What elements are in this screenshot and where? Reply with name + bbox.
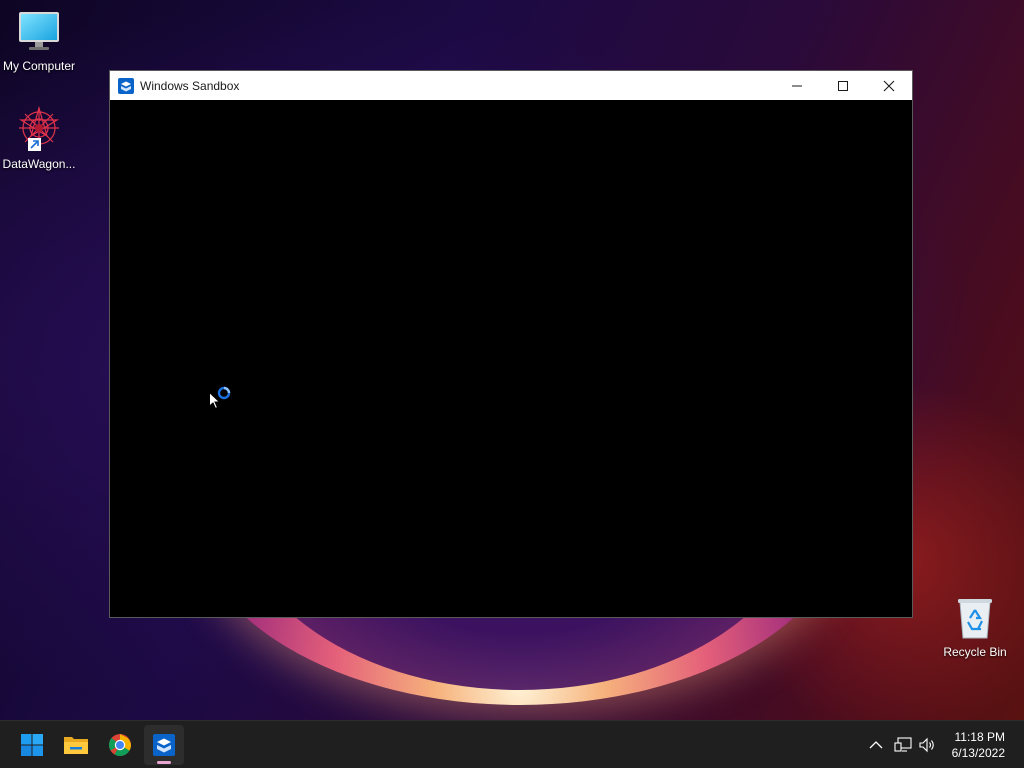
sandbox-icon bbox=[118, 77, 134, 94]
taskbar-start-button[interactable] bbox=[12, 725, 52, 765]
sandbox-window[interactable]: Windows Sandbox bbox=[109, 70, 913, 618]
taskbar-sandbox-button[interactable] bbox=[144, 725, 184, 765]
datawagon-shortcut-icon bbox=[18, 105, 60, 151]
window-title-bar[interactable]: Windows Sandbox bbox=[110, 71, 912, 100]
taskbar-file-explorer-button[interactable] bbox=[56, 725, 96, 765]
chrome-icon bbox=[108, 734, 131, 756]
desktop-icon-label: DataWagon... bbox=[2, 157, 76, 171]
close-button[interactable] bbox=[866, 71, 912, 100]
taskbar-clock[interactable]: 11:18 PM 6/13/2022 bbox=[952, 729, 1005, 761]
desktop: My Computer DataWagon... Recycle Bin Win… bbox=[0, 0, 1024, 720]
active-app-indicator bbox=[157, 761, 171, 764]
close-icon bbox=[883, 80, 895, 91]
network-icon bbox=[894, 737, 912, 752]
taskbar: 11:18 PM 6/13/2022 bbox=[0, 720, 1024, 768]
show-hidden-icons-button[interactable] bbox=[866, 735, 886, 755]
desktop-icon-label: Recycle Bin bbox=[943, 645, 1007, 659]
loading-spinner-icon bbox=[217, 386, 231, 400]
chevron-up-icon bbox=[869, 741, 883, 749]
recycle-bin-icon bbox=[958, 599, 992, 639]
monitor-icon bbox=[19, 12, 59, 50]
network-status-button[interactable] bbox=[893, 735, 913, 755]
minimize-button[interactable] bbox=[774, 71, 820, 100]
desktop-icon-label: My Computer bbox=[2, 59, 76, 73]
maximize-icon bbox=[838, 80, 848, 91]
taskbar-chrome-button[interactable] bbox=[100, 725, 140, 765]
speaker-icon bbox=[919, 737, 934, 753]
volume-button[interactable] bbox=[918, 735, 938, 755]
minimize-icon bbox=[792, 85, 802, 86]
desktop-icon-recycle-bin[interactable]: Recycle Bin bbox=[936, 596, 1014, 659]
maximize-button[interactable] bbox=[820, 71, 866, 100]
sandbox-content-area[interactable] bbox=[110, 100, 912, 617]
window-title: Windows Sandbox bbox=[140, 78, 240, 93]
desktop-icon-datawagon[interactable]: DataWagon... bbox=[0, 105, 78, 171]
clock-time: 11:18 PM bbox=[954, 730, 1005, 744]
windows-start-icon bbox=[21, 734, 43, 756]
folder-icon bbox=[64, 737, 88, 754]
sandbox-icon bbox=[153, 734, 175, 756]
clock-date: 6/13/2022 bbox=[951, 746, 1005, 760]
desktop-icon-my-computer[interactable]: My Computer bbox=[0, 10, 78, 73]
